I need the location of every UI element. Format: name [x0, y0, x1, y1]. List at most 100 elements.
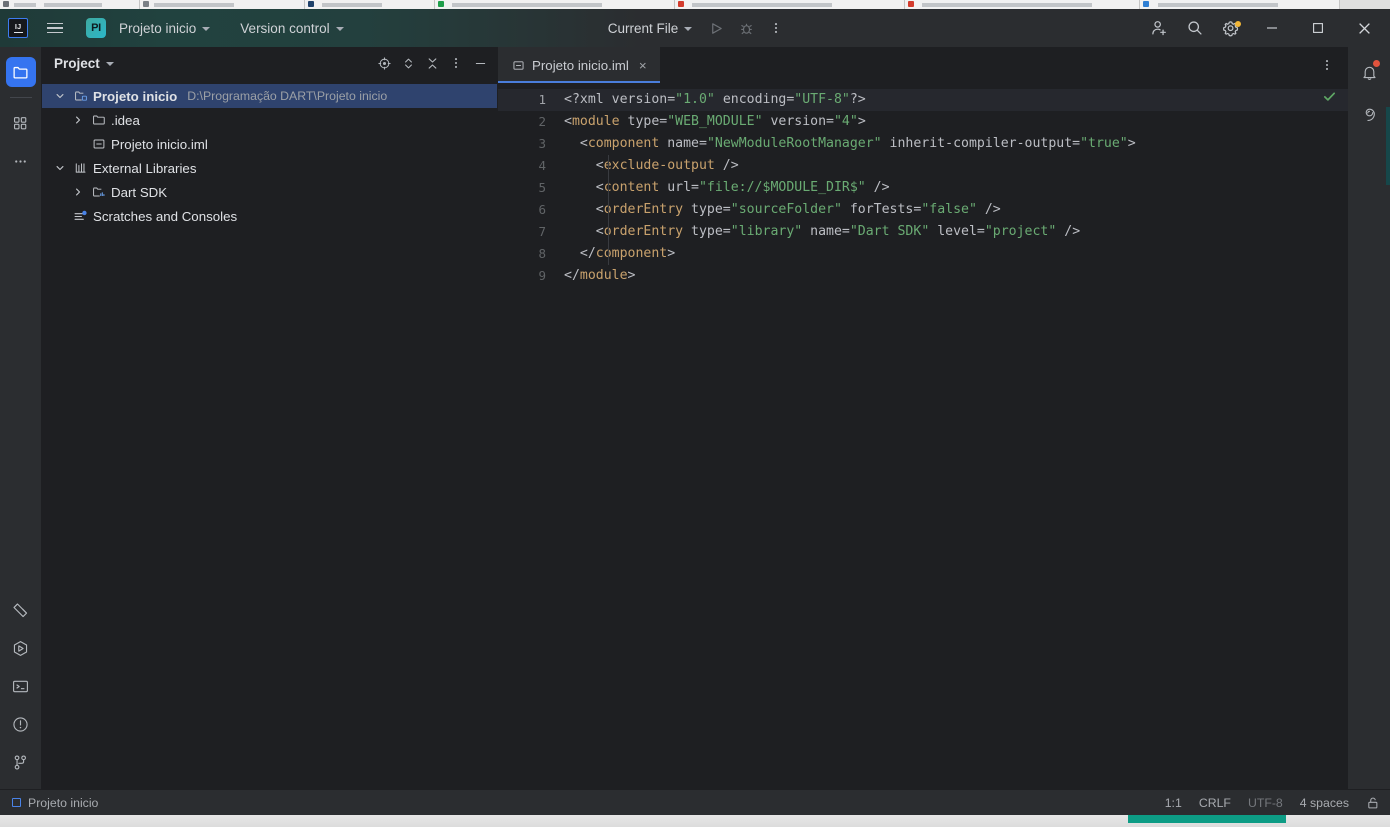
line-number: 1 — [498, 89, 560, 111]
project-name-label: Projeto inicio — [119, 20, 197, 36]
tree-node-scratches-and-consoles[interactable]: Scratches and Consoles — [42, 204, 497, 228]
chevron-down-icon — [684, 27, 693, 31]
add-user-icon[interactable] — [1142, 13, 1176, 43]
code-line[interactable]: <content url="file://$MODULE_DIR$" /> — [560, 177, 1348, 199]
line-number-gutter: 1 2 3 4 5 6 7 8 9 — [498, 83, 560, 789]
status-bar-caret-position[interactable]: 1:1 — [1165, 796, 1182, 810]
right-tool-stripe — [1348, 47, 1390, 789]
sidebar-item-structure[interactable] — [6, 108, 36, 138]
version-control-selector[interactable]: Version control — [234, 17, 349, 40]
hamburger-menu-icon[interactable] — [40, 14, 70, 42]
notification-badge — [1373, 60, 1380, 67]
sidebar-item-dart-analysis[interactable] — [6, 595, 36, 625]
code-token-val: "Dart SDK" — [849, 224, 930, 239]
chevron-updown-icon[interactable] — [397, 52, 419, 74]
minimize-button[interactable] — [1250, 9, 1294, 47]
sidebar-item-run[interactable] — [6, 633, 36, 663]
code-token-punc: > — [857, 114, 866, 129]
tree-node-external-libraries[interactable]: External Libraries — [42, 156, 497, 180]
project-square-icon — [12, 798, 21, 807]
ide-window: IJ PI Projeto inicio Version control Cur… — [0, 9, 1390, 815]
maximize-button[interactable] — [1296, 9, 1340, 47]
chevron-right-icon[interactable] — [70, 187, 86, 197]
tree-node-projeto-inicio[interactable]: Projeto inicio D:\Programação DART\Proje… — [42, 84, 497, 108]
code-token-punc: > — [667, 246, 676, 261]
code-editor[interactable]: 123456789 <?xml version="1.0" encoding="… — [498, 83, 1348, 789]
run-icon[interactable] — [702, 15, 730, 41]
project-panel-header: Project — [42, 47, 497, 79]
code-token-punc: > — [1127, 136, 1136, 151]
editor-scrollbar[interactable] — [1336, 83, 1348, 789]
code-token-val: "library" — [730, 224, 803, 239]
tree-node-projeto-inicio-iml[interactable]: Projeto inicio.iml — [42, 132, 497, 156]
code-line[interactable]: </module> — [560, 265, 1348, 287]
status-bar-line-separator[interactable]: CRLF — [1199, 796, 1231, 810]
code-token-val: "NewModuleRootManager" — [706, 136, 882, 151]
line-number: 3 — [538, 136, 546, 151]
code-token-tag: module — [571, 114, 620, 129]
code-line[interactable]: <module type="WEB_MODULE" version="4"> — [560, 111, 1348, 133]
sidebar-item-project[interactable] — [5, 57, 36, 87]
chevron-down-icon[interactable] — [52, 91, 68, 101]
code-token-attr: type= — [683, 202, 731, 217]
code-line[interactable]: <exclude-output /> — [560, 155, 1348, 177]
sidebar-item-terminal[interactable] — [6, 671, 36, 701]
sidebar-item-more-tool-windows[interactable] — [6, 146, 36, 176]
debug-icon[interactable] — [732, 15, 760, 41]
code-line[interactable]: <?xml version="1.0" encoding="UTF-8"?> — [560, 89, 1348, 111]
project-tree[interactable]: Projeto inicio D:\Programação DART\Proje… — [42, 79, 497, 789]
line-number: 6 — [538, 202, 546, 217]
chevron-down-icon — [335, 27, 344, 31]
code-line[interactable]: <component name="NewModuleRootManager" i… — [560, 133, 1348, 155]
collapse-all-icon[interactable] — [421, 52, 443, 74]
background-browser-tabstrip — [0, 0, 1390, 9]
left-stripe-bottom-group — [6, 591, 36, 789]
code-token-attr: version= — [611, 92, 676, 107]
code-token-attr: type= — [683, 224, 731, 239]
chevron-down-icon[interactable] — [52, 163, 68, 173]
chevron-right-icon[interactable] — [70, 115, 86, 125]
more-vertical-icon[interactable] — [762, 15, 790, 41]
status-bar-encoding[interactable]: UTF-8 — [1248, 796, 1283, 810]
tree-node-label: External Libraries — [93, 160, 197, 176]
search-icon[interactable] — [1178, 13, 1212, 43]
code-content[interactable]: <?xml version="1.0" encoding="UTF-8"?> <m… — [560, 83, 1348, 789]
tree-node-label: Projeto inicio.iml — [111, 136, 208, 152]
unlocked-icon[interactable] — [1366, 796, 1380, 810]
sidebar-item-version-control[interactable] — [6, 747, 36, 777]
editor-tab-projeto-inicio-iml[interactable]: Projeto inicio.iml × — [498, 47, 660, 83]
tree-node-dart-sdk[interactable]: Dart SDK — [42, 180, 497, 204]
code-token-tag: module — [579, 268, 628, 283]
code-token-punc: < — [564, 136, 588, 151]
library-icon — [72, 161, 89, 175]
code-token-punc: < — [564, 158, 604, 173]
notifications-icon[interactable] — [1354, 57, 1384, 87]
project-panel-title: Project — [54, 55, 100, 71]
ai-assistant-icon[interactable] — [1354, 97, 1384, 127]
status-bar-project[interactable]: Projeto inicio — [12, 796, 98, 810]
gear-icon[interactable] — [1214, 13, 1248, 43]
app-logo-text: IJ — [14, 22, 22, 32]
code-line[interactable]: </component> — [560, 243, 1348, 265]
project-name-selector[interactable]: Projeto inicio — [113, 17, 216, 40]
more-vertical-icon[interactable] — [445, 52, 467, 74]
chevron-down-icon[interactable] — [105, 62, 114, 66]
project-badge[interactable]: PI — [86, 18, 106, 38]
close-button[interactable] — [1342, 9, 1386, 47]
line-number: 8 — [538, 246, 546, 261]
code-token-attr: encoding= — [714, 92, 795, 107]
status-bar-indent[interactable]: 4 spaces — [1300, 796, 1349, 810]
close-icon[interactable]: × — [636, 58, 650, 73]
hide-panel-icon[interactable] — [469, 52, 491, 74]
code-token-punc: <?xml — [564, 92, 612, 107]
code-token-attr: version= — [762, 114, 834, 129]
select-opened-file-icon[interactable] — [373, 52, 395, 74]
tree-node-label: Projeto inicio — [93, 88, 178, 104]
code-line[interactable]: <orderEntry type="library" name="Dart SD… — [560, 221, 1348, 243]
code-line[interactable]: <orderEntry type="sourceFolder" forTests… — [560, 199, 1348, 221]
run-configuration-selector[interactable]: Current File — [600, 17, 701, 40]
tree-node-idea[interactable]: .idea — [42, 108, 497, 132]
editor-tab-options-icon[interactable] — [1316, 54, 1338, 76]
main-toolbar: IJ PI Projeto inicio Version control Cur… — [0, 9, 1390, 47]
sidebar-item-problems[interactable] — [6, 709, 36, 739]
